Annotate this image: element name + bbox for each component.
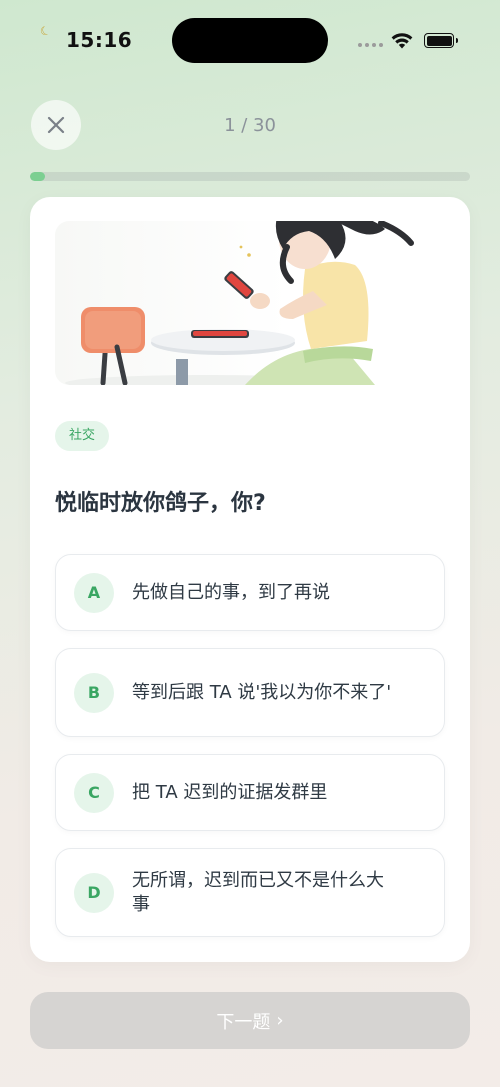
signal-icon [358, 43, 383, 47]
chevron-right-icon: › [276, 1010, 284, 1031]
option-letter: D [74, 872, 114, 913]
option-text: 等到后跟 TA 说'我以为你不来了' [132, 681, 392, 703]
option-letter: C [74, 772, 114, 813]
option-letter: A [74, 572, 114, 613]
next-button-label: 下一题 [216, 1011, 271, 1033]
status-bar: ☾ 15:16 [0, 0, 500, 80]
option-text: 先做自己的事，到了再说 [132, 581, 330, 603]
next-question-button[interactable]: 下一题 › [30, 992, 470, 1049]
progress-bar [30, 172, 470, 181]
question-card: 社交 悦临时放你鸽子，你? A 先做自己的事，到了再说 B 等到后跟 TA 说'… [30, 197, 470, 962]
option-d[interactable]: D 无所谓，迟到而已又不是什么大事 [55, 848, 445, 937]
option-letter: B [74, 672, 114, 713]
option-b[interactable]: B 等到后跟 TA 说'我以为你不来了' [55, 648, 445, 737]
dynamic-island [172, 18, 328, 63]
battery-icon [424, 33, 458, 48]
question-text: 悦临时放你鸽子，你? [55, 491, 266, 516]
status-time: 15:16 [66, 28, 133, 52]
option-text: 把 TA 迟到的证据发群里 [132, 781, 328, 803]
option-text: 无所谓，迟到而已又不是什么大事 [132, 869, 384, 915]
category-tag: 社交 [55, 421, 110, 451]
progress-counter: 1 / 30 [224, 115, 276, 136]
option-c[interactable]: C 把 TA 迟到的证据发群里 [55, 754, 445, 831]
moon-icon: ☾ [37, 22, 53, 40]
wifi-icon [391, 33, 413, 49]
question-illustration [55, 221, 445, 385]
progress-bar-fill [30, 172, 45, 181]
option-a[interactable]: A 先做自己的事，到了再说 [55, 554, 445, 631]
